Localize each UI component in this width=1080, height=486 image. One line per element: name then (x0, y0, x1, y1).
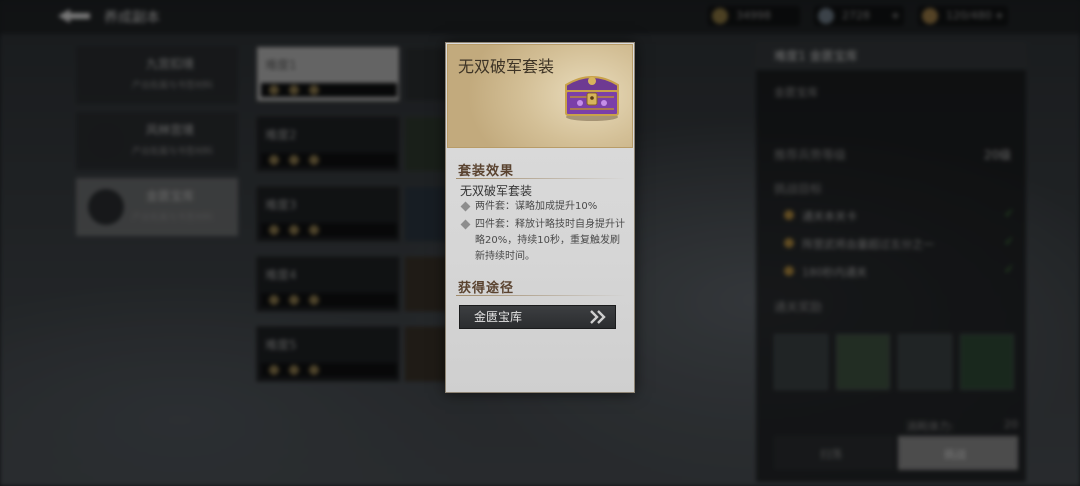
source-button-label: 金匮宝库 (474, 310, 523, 324)
double-chevron-right-icon (590, 310, 606, 324)
divider (456, 295, 626, 296)
divider (456, 178, 626, 179)
four-piece-text: 四件套：释放计略技时自身提升计略20%，持续10秒，重复触发刷新持续时间。 (475, 219, 625, 262)
two-piece-text: 两件套：谋略加成提升10% (475, 201, 598, 212)
diamond-bullet-icon (460, 219, 471, 230)
popup-title: 无双破军套装 (458, 57, 555, 76)
set-effect-heading: 套装效果 (458, 164, 515, 179)
diamond-bullet-icon (460, 201, 471, 212)
treasure-chest-icon (565, 76, 619, 121)
set-name: 无双破军套装 (460, 184, 533, 198)
two-piece-bonus: 两件套：谋略加成提升10% (460, 199, 626, 215)
source-heading: 获得途径 (458, 281, 515, 296)
four-piece-bonus: 四件套：释放计略技时自身提升计略20%，持续10秒，重复触发刷新持续时间。 (460, 217, 626, 265)
source-jinkui-button[interactable]: 金匮宝库 (459, 305, 616, 329)
popup-header: 无双破军套装 (447, 44, 633, 148)
equipment-set-popup: 无双破军套装 套装效果 无双破军套装 两件套：谋略加成提升10% 四件套：释放计… (445, 42, 635, 393)
